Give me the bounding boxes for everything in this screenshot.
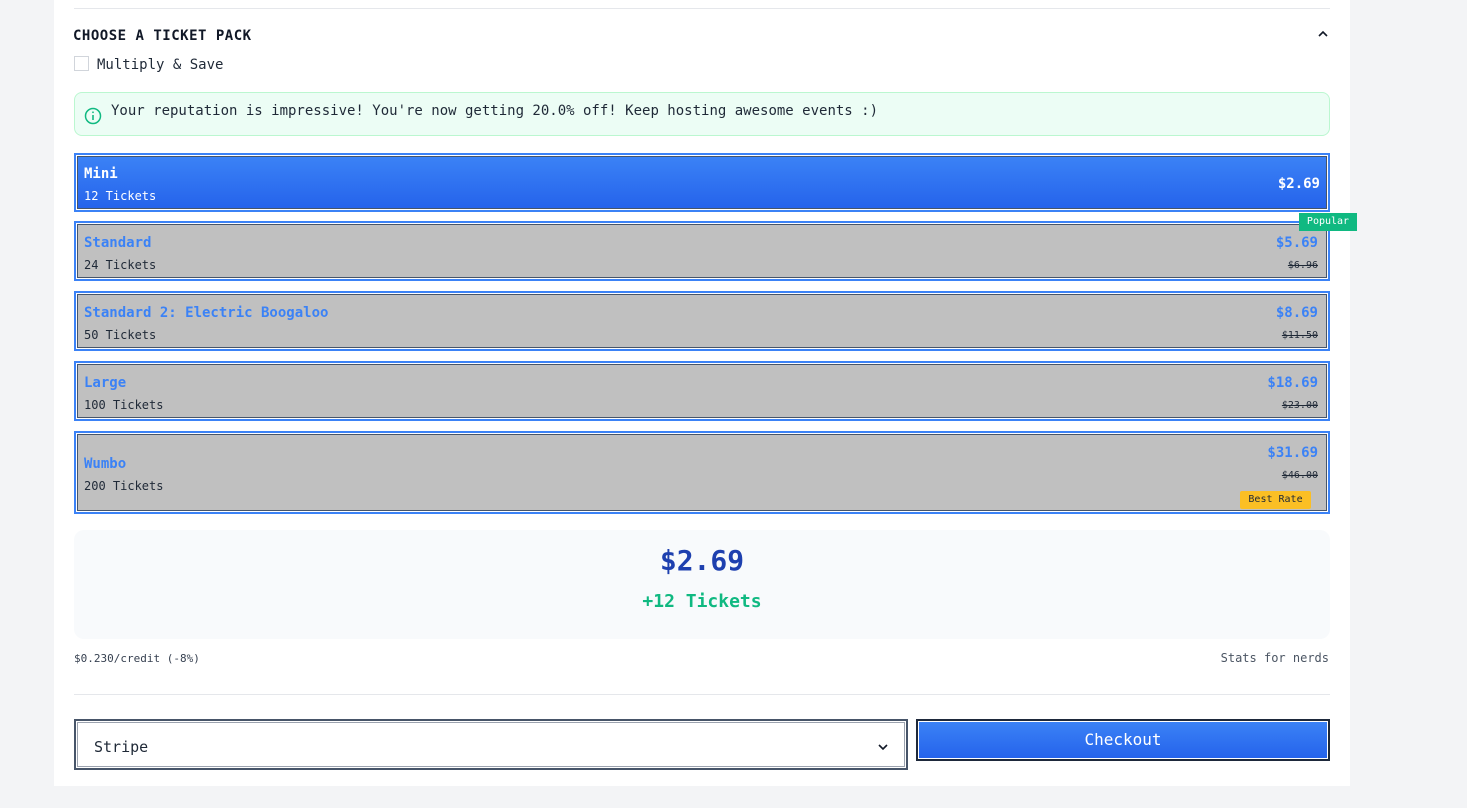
- pack-standard[interactable]: Standard 24 Tickets $5.69 $6.96: [74, 221, 1330, 281]
- pack-name: Standard 2: Electric Boogaloo: [84, 305, 329, 321]
- pack-name: Large: [84, 375, 127, 391]
- payment-method-select[interactable]: Stripe: [74, 719, 908, 770]
- pack-old-price: $11.50: [1281, 330, 1318, 341]
- info-icon: [84, 107, 102, 125]
- pack-name: Standard: [84, 235, 152, 251]
- notice-text: Your reputation is impressive! You're no…: [111, 103, 879, 119]
- pack-price: $5.69: [1275, 235, 1318, 251]
- pack-tickets: 100 Tickets: [84, 398, 164, 412]
- order-summary: $2.69 +12 Tickets: [74, 530, 1330, 639]
- chevron-up-icon[interactable]: [1316, 27, 1330, 41]
- rate-info: $0.230/credit (-8%): [74, 652, 200, 665]
- pack-tickets: 12 Tickets: [84, 189, 157, 203]
- pack-old-price: $46.00: [1281, 470, 1318, 481]
- section-header[interactable]: CHOOSE A TICKET PACK: [73, 25, 1330, 45]
- payment-method-value: Stripe: [94, 738, 149, 756]
- pack-old-price: $6.96: [1287, 260, 1318, 271]
- pack-old-price: $23.00: [1281, 400, 1318, 411]
- pack-price: $31.69: [1267, 445, 1318, 461]
- pack-mini[interactable]: Mini 12 Tickets $2.69: [74, 153, 1330, 212]
- discount-notice: Your reputation is impressive! You're no…: [74, 92, 1330, 136]
- summary-tickets: +12 Tickets: [642, 591, 762, 612]
- checkout-button[interactable]: Checkout: [916, 719, 1330, 761]
- top-divider: [74, 8, 1330, 9]
- multiply-save-option[interactable]: Multiply & Save: [74, 55, 223, 75]
- pack-price: $18.69: [1267, 375, 1318, 391]
- summary-price: $2.69: [659, 544, 745, 577]
- chevron-down-icon: [878, 744, 888, 751]
- bottom-divider: [74, 694, 1330, 695]
- ticket-pack-card: CHOOSE A TICKET PACK Multiply & Save You…: [54, 0, 1357, 786]
- checkout-label: Checkout: [919, 722, 1327, 758]
- stats-for-nerds-link[interactable]: Stats for nerds: [1221, 651, 1329, 665]
- best-rate-badge: Best Rate: [1240, 491, 1311, 509]
- pack-tickets: 24 Tickets: [84, 258, 157, 272]
- pack-price: $2.69: [1277, 176, 1320, 192]
- pack-standard-2[interactable]: Standard 2: Electric Boogaloo 50 Tickets…: [74, 291, 1330, 351]
- pack-wumbo[interactable]: Wumbo 200 Tickets $31.69 $46.00 Best Rat…: [74, 431, 1330, 514]
- pack-large[interactable]: Large 100 Tickets $18.69 $23.00: [74, 361, 1330, 421]
- section-title: CHOOSE A TICKET PACK: [73, 28, 252, 44]
- multiply-save-checkbox[interactable]: [74, 55, 89, 71]
- pack-tickets: 200 Tickets: [84, 479, 164, 493]
- multiply-save-label: Multiply & Save: [97, 57, 224, 73]
- pack-price: $8.69: [1275, 305, 1318, 321]
- pack-tickets: 50 Tickets: [84, 328, 157, 342]
- rate-discount: (-8%): [166, 652, 200, 665]
- pack-name: Mini: [84, 166, 118, 182]
- credit-rate: $0.230/credit: [74, 652, 161, 665]
- popular-badge: Popular: [1299, 213, 1357, 231]
- pack-name: Wumbo: [84, 456, 127, 472]
